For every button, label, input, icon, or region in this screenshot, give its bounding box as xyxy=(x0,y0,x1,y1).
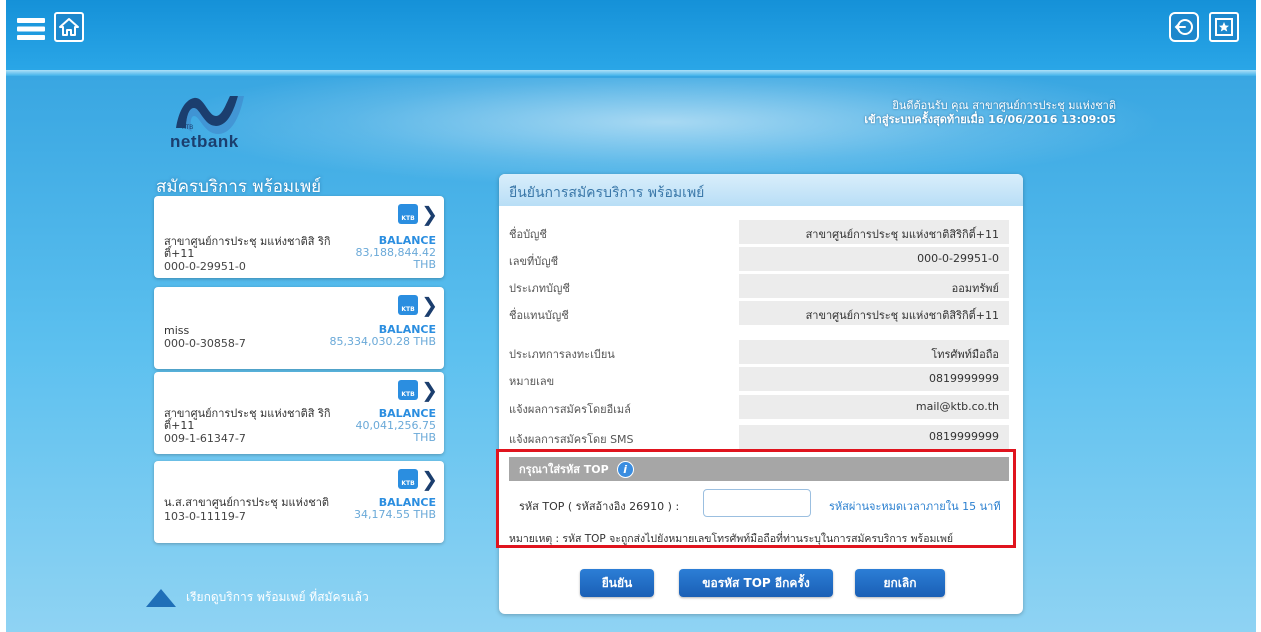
ktb-bank-icon: KTB xyxy=(398,380,418,400)
account-card[interactable]: KTB ❯ น.ส.สาขาศูนย์การประชุ มแห่งชาติ 10… xyxy=(154,461,444,543)
chevron-right-icon[interactable]: ❯ xyxy=(421,293,438,317)
account-number: 000-0-29951-0 xyxy=(164,260,246,273)
account-card[interactable]: KTB ❯ miss 000-0-30858-7 BALANCE 85,334,… xyxy=(154,287,444,369)
welcome-message: ยินดีต้อนรับ คุณ สาขาศูนย์การประชุ มแห่ง… xyxy=(864,99,1116,127)
resend-top-button[interactable]: ขอรหัส TOP อีกครั้ง xyxy=(679,569,833,597)
triangle-up-icon xyxy=(146,588,176,607)
account-card[interactable]: KTB ❯ สาขาศูนย์การประชุ มแห่งชาติสิ ริกิ… xyxy=(154,196,444,278)
row-value: โทรศัพท์มือถือ xyxy=(739,340,1009,364)
confirm-button[interactable]: ยืนยัน xyxy=(580,569,654,597)
banner-glow xyxy=(166,78,1166,188)
account-number: 009-1-61347-7 xyxy=(164,432,246,445)
menu-icon[interactable] xyxy=(16,14,46,44)
ktb-bank-icon: KTB xyxy=(398,204,418,224)
row-value: สาขาศูนย์การประชุ มแห่งชาติสิริกิติ์+11 xyxy=(739,301,1009,325)
favorite-icon[interactable] xyxy=(1209,12,1239,42)
row-value: 000-0-29951-0 xyxy=(739,247,1009,271)
chevron-right-icon[interactable]: ❯ xyxy=(421,202,438,226)
detail-row: เลขที่บัญชี 000-0-29951-0 xyxy=(499,247,1023,271)
welcome-line-1: ยินดีต้อนรับ คุณ สาขาศูนย์การประชุ มแห่ง… xyxy=(892,99,1116,112)
detail-row: หมายเลข 0819999999 xyxy=(499,367,1023,391)
balance-currency: THB xyxy=(413,431,436,444)
top-bar-edge xyxy=(6,70,1256,76)
account-name: สาขาศูนย์การประชุ มแห่งชาติสิ ริกิติ์+11 xyxy=(164,407,331,432)
row-label: หมายเลข xyxy=(509,375,555,388)
balance-currency: THB xyxy=(413,258,436,271)
row-value: mail@ktb.co.th xyxy=(739,395,1009,419)
highlight-box xyxy=(496,449,1016,548)
row-label: ชื่อแทนบัญชี xyxy=(509,309,569,322)
balance-amount: 85,334,030.28 THB xyxy=(329,335,436,348)
detail-row: ประเภทการลงทะเบียน โทรศัพท์มือถือ xyxy=(499,340,1023,364)
row-label: เลขที่บัญชี xyxy=(509,255,559,268)
row-value: 0819999999 xyxy=(739,425,1009,449)
account-card[interactable]: KTB ❯ สาขาศูนย์การประชุ มแห่งชาติสิ ริกิ… xyxy=(154,372,444,454)
confirm-panel: ยืนยันการสมัครบริการ พร้อมเพย์ ชื่อบัญชี… xyxy=(499,174,1023,614)
row-label: ชื่อบัญชี xyxy=(509,228,547,241)
panel-title: ยืนยันการสมัครบริการ พร้อมเพย์ xyxy=(499,174,1023,206)
view-registered-link[interactable]: เรียกดูบริการ พร้อมเพย์ ที่สมัครแล้ว xyxy=(146,588,369,607)
account-name: สาขาศูนย์การประชุ มแห่งชาติสิ ริกิติ์+11 xyxy=(164,235,331,260)
logo-ktb-text: KTB xyxy=(182,124,194,131)
detail-row: ชื่อบัญชี สาขาศูนย์การประชุ มแห่งชาติสิร… xyxy=(499,220,1023,244)
row-label: ประเภทการลงทะเบียน xyxy=(509,348,615,361)
chevron-right-icon[interactable]: ❯ xyxy=(421,467,438,491)
detail-row: แจ้งผลการสมัครโดย SMS 0819999999 xyxy=(499,425,1023,449)
row-value: สาขาศูนย์การประชุ มแห่งชาติสิริกิติ์+11 xyxy=(739,220,1009,244)
account-name: miss xyxy=(164,324,190,337)
logout-icon[interactable] xyxy=(1169,12,1199,42)
row-value: ออมทรัพย์ xyxy=(739,274,1009,298)
row-label: แจ้งผลการสมัครโดยอีเมล์ xyxy=(509,403,631,416)
row-label: ประเภทบัญชี xyxy=(509,282,570,295)
cancel-button[interactable]: ยกเลิก xyxy=(855,569,945,597)
detail-row: ประเภทบัญชี ออมทรัพย์ xyxy=(499,274,1023,298)
row-label: แจ้งผลการสมัครโดย SMS xyxy=(509,433,634,446)
top-bar xyxy=(6,0,1256,70)
home-icon[interactable] xyxy=(54,12,84,42)
ktb-bank-icon: KTB xyxy=(398,469,418,489)
balance-amount: 34,174.55 THB xyxy=(353,508,436,521)
ktb-bank-icon: KTB xyxy=(398,295,418,315)
account-number: 103-0-11119-7 xyxy=(164,510,246,523)
detail-row: ชื่อแทนบัญชี สาขาศูนย์การประชุ มแห่งชาติ… xyxy=(499,301,1023,325)
account-name: น.ส.สาขาศูนย์การประชุ มแห่งชาติ xyxy=(164,496,330,509)
last-login-line: เข้าสู่ระบบครั้งสุดท้ายเมื่อ 16/06/2016 … xyxy=(864,113,1116,126)
logo-text: netbank xyxy=(170,132,239,151)
account-number: 000-0-30858-7 xyxy=(164,337,246,350)
chevron-right-icon[interactable]: ❯ xyxy=(421,378,438,402)
detail-row: แจ้งผลการสมัครโดยอีเมล์ mail@ktb.co.th xyxy=(499,395,1023,419)
row-value: 0819999999 xyxy=(739,367,1009,391)
view-registered-label: เรียกดูบริการ พร้อมเพย์ ที่สมัครแล้ว xyxy=(186,590,369,604)
